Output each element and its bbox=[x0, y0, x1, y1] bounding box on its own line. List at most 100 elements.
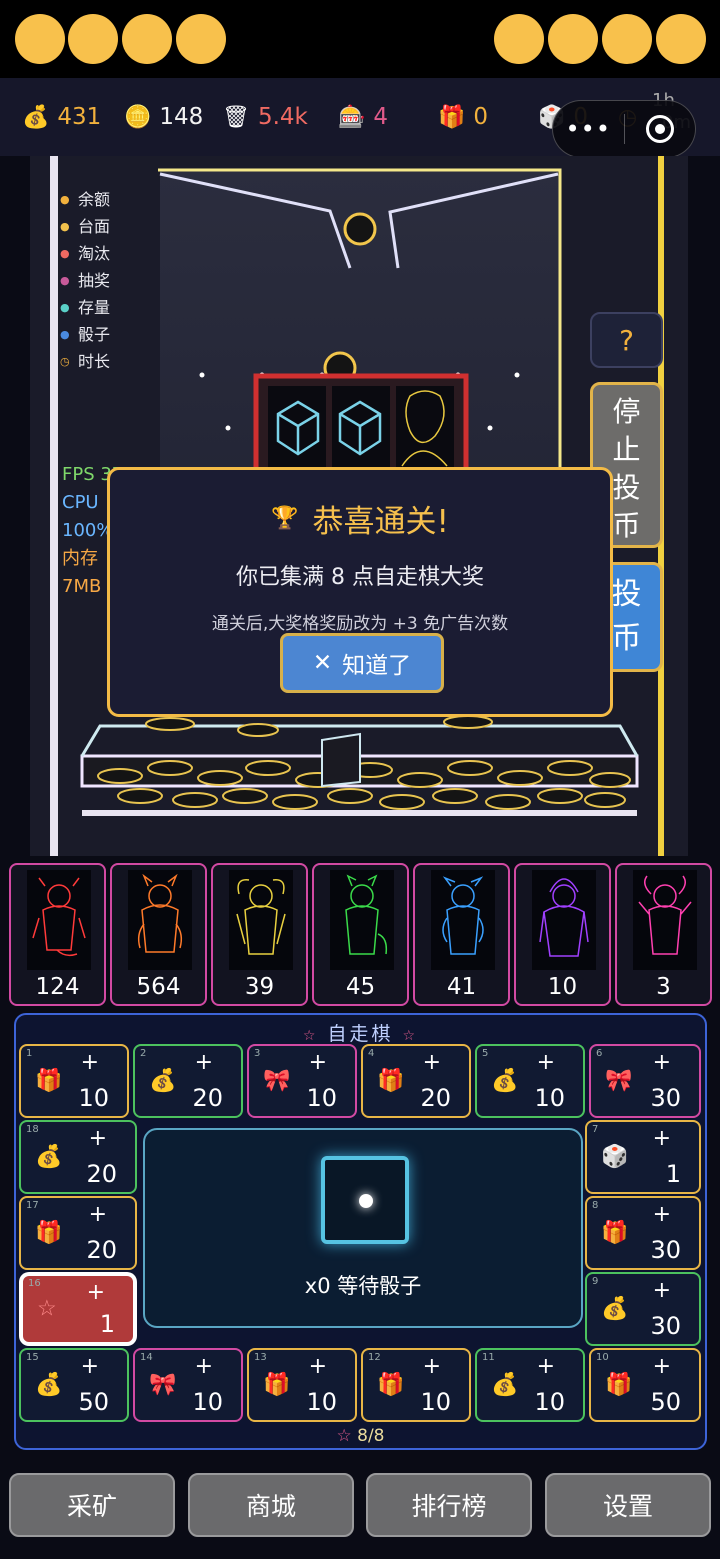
nav-leaderboard-button[interactable]: 排行榜 bbox=[366, 1473, 532, 1537]
character-sketch bbox=[236, 879, 286, 955]
character-card-row: 124 564 39 45 41 10 3 bbox=[9, 863, 712, 1006]
legend-item-dice: ● 骰子 bbox=[60, 321, 110, 348]
roll-dice-button[interactable] bbox=[321, 1156, 409, 1244]
trophy-icon: 🏆 bbox=[271, 506, 299, 531]
board-cell[interactable]: 1 🎁 +10 bbox=[19, 1044, 129, 1118]
character-card[interactable]: 124 bbox=[9, 863, 106, 1006]
legend-item-eliminated: ● 淘汰 bbox=[60, 240, 110, 267]
character-sketch bbox=[345, 874, 388, 955]
board-cell[interactable]: 9 💰 +30 bbox=[585, 1272, 701, 1346]
nav-shop-button[interactable]: 商城 bbox=[188, 1473, 354, 1537]
money-bag-icon: 💰 bbox=[35, 1144, 63, 1170]
star-icon: ☆ bbox=[302, 1028, 319, 1044]
character-sketch bbox=[442, 876, 484, 955]
board-cell[interactable]: 2 💰 +20 bbox=[133, 1044, 243, 1118]
board-cell[interactable]: 6 🎀 +30 bbox=[589, 1044, 701, 1118]
clock-icon: ◷ bbox=[60, 355, 70, 368]
character-token-icon: 🎀 bbox=[605, 1068, 633, 1094]
gift-box-icon: 🎁 bbox=[377, 1372, 405, 1398]
got-it-button[interactable]: ✕ 知道了 bbox=[280, 633, 444, 693]
legend-item-balance: ● 余额 bbox=[60, 186, 110, 213]
lottery-icon: ● bbox=[60, 274, 70, 287]
dialog-note: 通关后,大奖格奖励改为 +3 免广告次数 bbox=[211, 614, 509, 634]
board-cell-current[interactable]: 16 ☆ +1 bbox=[21, 1274, 135, 1344]
mini-program-capsule: ••• bbox=[552, 100, 696, 158]
congratulations-dialog: 🏆 恭喜通关! 你已集满 8 点自走棋大奖 通关后,大奖格奖励改为 +3 免广告次… bbox=[107, 467, 613, 717]
character-card[interactable]: 41 bbox=[413, 863, 510, 1006]
gift-box-icon: 🎁 bbox=[35, 1220, 63, 1246]
nav-mining-button[interactable]: 采矿 bbox=[9, 1473, 175, 1537]
coin-icon: ● bbox=[60, 220, 70, 233]
money-bag-icon: 💰 bbox=[35, 1372, 63, 1398]
character-portrait bbox=[633, 870, 697, 970]
character-card[interactable]: 3 bbox=[615, 863, 712, 1006]
falling-coin bbox=[343, 212, 377, 246]
trash-icon: 🗑 bbox=[222, 104, 250, 130]
board-cell[interactable]: 15 💰 +50 bbox=[19, 1348, 129, 1422]
indicator-dot bbox=[15, 14, 65, 64]
coin-stack-icon: 🪙 bbox=[124, 104, 152, 130]
dialog-message: 你已集满 8 点自走棋大奖 bbox=[236, 565, 484, 590]
indicator-dot bbox=[548, 14, 598, 64]
character-sketch bbox=[32, 877, 86, 957]
slot-reel bbox=[396, 386, 454, 471]
legend-item-lottery: ● 抽奖 bbox=[60, 267, 110, 294]
lottery-machine-icon: 🎰 bbox=[338, 104, 366, 130]
money-bag-icon: 💰 bbox=[149, 1068, 177, 1094]
money-bag-icon: 💰 bbox=[491, 1372, 519, 1398]
left-neon-rail bbox=[50, 156, 58, 856]
close-mini-program-button[interactable] bbox=[625, 115, 696, 143]
character-card[interactable]: 10 bbox=[514, 863, 611, 1006]
character-sketch bbox=[137, 874, 183, 953]
character-card[interactable]: 39 bbox=[211, 863, 308, 1006]
board-cell[interactable]: 3 🎀 +10 bbox=[247, 1044, 357, 1118]
dice-icon: ● bbox=[60, 328, 70, 341]
indicator-dot bbox=[68, 14, 118, 64]
auto-chess-board: ☆ 自走棋 ☆ 1 🎁 +10 2 💰 +20 3 🎀 +10 4 🎁 +20 5 💰 +10 6 🎀… bbox=[14, 1013, 707, 1450]
board-cell[interactable]: 5 💰 +10 bbox=[475, 1044, 585, 1118]
money-bag-icon: ● bbox=[60, 193, 70, 206]
board-cell[interactable]: 7 🎲 +1 bbox=[585, 1120, 701, 1194]
board-progress: ☆ 8/8 bbox=[336, 1426, 385, 1446]
gift-box-icon: 🎁 bbox=[605, 1372, 633, 1398]
board-cell[interactable]: 18 💰 +20 bbox=[19, 1120, 137, 1194]
bottom-nav: 采矿 商城 排行榜 设置 bbox=[0, 1460, 720, 1559]
character-card[interactable]: 564 bbox=[110, 863, 207, 1006]
board-title: ☆ 自走棋 ☆ bbox=[302, 1023, 419, 1045]
money-bag-icon: 💰 bbox=[491, 1068, 519, 1094]
board-cell[interactable]: 10 🎁 +50 bbox=[589, 1348, 701, 1422]
money-bag-icon: 💰 bbox=[22, 104, 50, 130]
board-cell[interactable]: 14 🎀 +10 bbox=[133, 1348, 243, 1422]
gift-box-icon: 🎁 bbox=[35, 1068, 63, 1094]
indicator-dot bbox=[122, 14, 172, 64]
gift-box-icon: 🎁 bbox=[377, 1068, 405, 1094]
board-cell[interactable]: 13 🎁 +10 bbox=[247, 1348, 357, 1422]
dice-status: x0 等待骰子 bbox=[304, 1274, 422, 1298]
legend-item-duration: ◷ 时长 bbox=[60, 348, 110, 375]
character-portrait bbox=[330, 870, 394, 970]
more-menu-button[interactable]: ••• bbox=[553, 117, 624, 141]
star-icon: ☆ bbox=[336, 1426, 352, 1446]
nav-settings-button[interactable]: 设置 bbox=[545, 1473, 711, 1537]
board-cell[interactable]: 8 🎁 +30 bbox=[585, 1196, 701, 1270]
resource-stock: 🎁 0 bbox=[438, 104, 489, 130]
indicator-dot bbox=[602, 14, 652, 64]
stats-legend: ● 余额 ● 台面 ● 淘汰 ● 抽奖 ● 存量 ● 骰子 ◷ 时长 bbox=[60, 186, 110, 375]
board-cell[interactable]: 12 🎁 +10 bbox=[361, 1348, 471, 1422]
dice-roll-panel: x0 等待骰子 bbox=[143, 1128, 583, 1328]
character-sketch bbox=[638, 875, 692, 955]
gift-box-icon: 🎁 bbox=[601, 1220, 629, 1246]
character-card[interactable]: 45 bbox=[312, 863, 409, 1006]
board-cell[interactable]: 11 💰 +10 bbox=[475, 1348, 585, 1422]
character-sketch bbox=[539, 878, 589, 957]
board-cell[interactable]: 17 🎁 +20 bbox=[19, 1196, 137, 1270]
resource-table: 🪙 148 bbox=[124, 104, 204, 130]
resource-balance: 💰 431 bbox=[22, 104, 102, 130]
top-bar bbox=[0, 0, 720, 78]
legend-item-stock: ● 存量 bbox=[60, 294, 110, 321]
character-portrait bbox=[229, 870, 293, 970]
close-icon: ✕ bbox=[312, 650, 333, 676]
help-button[interactable]: ? bbox=[590, 312, 663, 368]
gift-box-icon: 🎁 bbox=[438, 104, 466, 130]
board-cell[interactable]: 4 🎁 +20 bbox=[361, 1044, 471, 1118]
